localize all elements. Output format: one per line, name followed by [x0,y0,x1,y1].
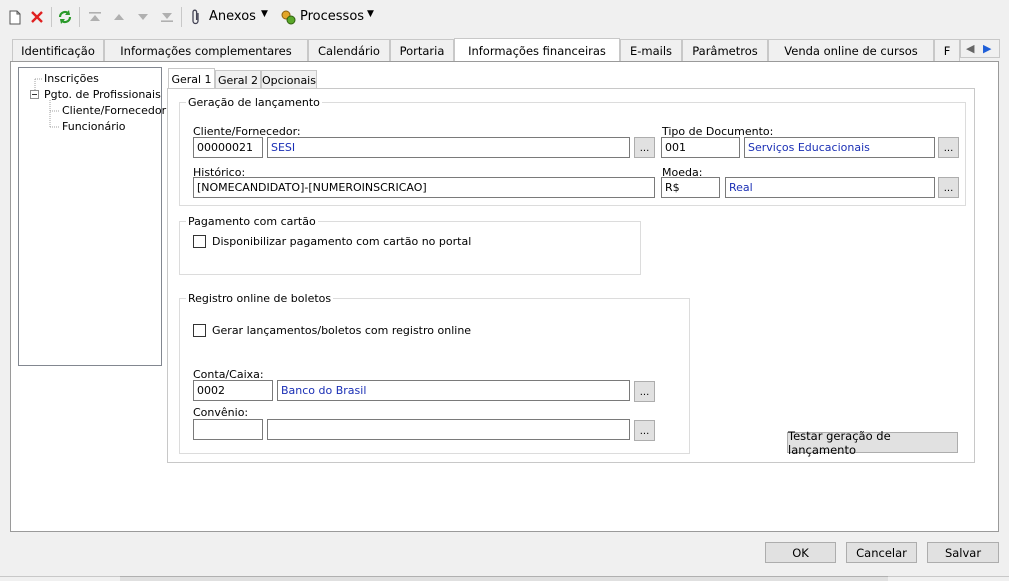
collapse-icon[interactable] [30,90,39,99]
tab-scroll-right-icon[interactable]: ▶ [983,42,991,55]
subtab-geral-1[interactable]: Geral 1 [168,68,215,89]
cliente-lookup-button[interactable]: ... [634,137,655,158]
subtab-geral-2[interactable]: Geral 2 [215,70,261,89]
tipo-documento-lookup-button[interactable]: ... [938,137,959,158]
convenio-name-input[interactable] [267,419,630,440]
moeda-code-input[interactable]: R$ [661,177,720,198]
convenio-code-input[interactable] [193,419,263,440]
processos-menu[interactable]: Processos [300,9,364,24]
moeda-name-input[interactable]: Real [725,177,935,198]
anexos-chevron-down-icon[interactable]: ▼ [261,9,268,19]
moeda-lookup-button[interactable]: ... [938,177,959,198]
tree-item-inscricoes[interactable]: Inscrições [44,72,99,85]
convenio-lookup-button[interactable]: ... [634,420,655,441]
delete-icon[interactable] [28,8,46,26]
refresh-icon[interactable] [56,8,74,26]
save-button[interactable]: Salvar [927,542,999,563]
last-record-icon[interactable] [158,8,176,26]
cartao-checkbox-label: Disponibilizar pagamento com cartão no p… [212,235,472,248]
toolbar: Anexos ▼ Processos ▼ [0,0,1009,34]
tipo-documento-name-input[interactable]: Serviços Educacionais [744,137,935,158]
navigation-tree: Inscrições Pgto. de Profissionais Client… [18,67,166,366]
tree-item-cliente-fornecedor[interactable]: Cliente/Fornecedor [62,104,166,117]
tab-venda-online-de-cursos[interactable]: Venda online de cursos [768,39,934,61]
tab-identificacao[interactable]: Identificação [12,39,104,61]
tab-parametros[interactable]: Parâmetros [682,39,768,61]
tab-scroll-left-icon[interactable]: ◀ [966,42,974,55]
tab-truncated[interactable]: F [934,39,960,61]
cartao-checkbox[interactable] [193,235,206,248]
cliente-code-input[interactable]: 00000021 [193,137,263,158]
geracao-legend: Geração de lançamento [186,96,322,109]
tab-scroll-control: ◀ ▶ [960,39,1000,58]
registro-legend: Registro online de boletos [186,292,334,305]
testar-geracao-button[interactable]: Testar geração de lançamento [787,429,958,457]
conta-caixa-lookup-button[interactable]: ... [634,381,655,402]
previous-record-icon[interactable] [110,8,128,26]
tab-informacoes-complementares[interactable]: Informações complementares [104,39,308,61]
tab-informacoes-financeiras[interactable]: Informações financeiras [454,38,620,62]
cartao-group [179,221,641,275]
subtab-opcionais[interactable]: Opcionais [261,70,317,89]
tipo-documento-code-input[interactable]: 001 [661,137,740,158]
horizontal-scrollbar[interactable] [120,576,888,581]
paperclip-icon[interactable] [187,8,205,26]
conta-caixa-name-input[interactable]: Banco do Brasil [277,380,630,401]
registro-checkbox[interactable] [193,324,206,337]
processos-icon[interactable] [279,8,297,26]
tab-emails[interactable]: E-mails [620,39,682,61]
tree-item-pgto-profissionais[interactable]: Pgto. de Profissionais [44,88,161,101]
tree-item-funcionario[interactable]: Funcionário [62,120,126,133]
historico-input[interactable]: [NOMECANDIDATO]-[NUMEROINSCRICAO] [193,177,655,198]
new-document-icon[interactable] [6,8,24,26]
tab-calendario[interactable]: Calendário [308,39,390,61]
registro-checkbox-label: Gerar lançamentos/boletos com registro o… [212,324,472,337]
cancel-button[interactable]: Cancelar [846,542,917,563]
tab-portaria[interactable]: Portaria [390,39,454,61]
first-record-icon[interactable] [86,8,104,26]
processos-chevron-down-icon[interactable]: ▼ [367,9,374,19]
cartao-legend: Pagamento com cartão [186,215,318,228]
convenio-label: Convênio: [193,406,249,419]
ok-button[interactable]: OK [765,542,836,563]
conta-caixa-code-input[interactable]: 0002 [193,380,273,401]
anexos-menu[interactable]: Anexos [209,9,256,24]
next-record-icon[interactable] [134,8,152,26]
cliente-name-input[interactable]: SESI [267,137,630,158]
